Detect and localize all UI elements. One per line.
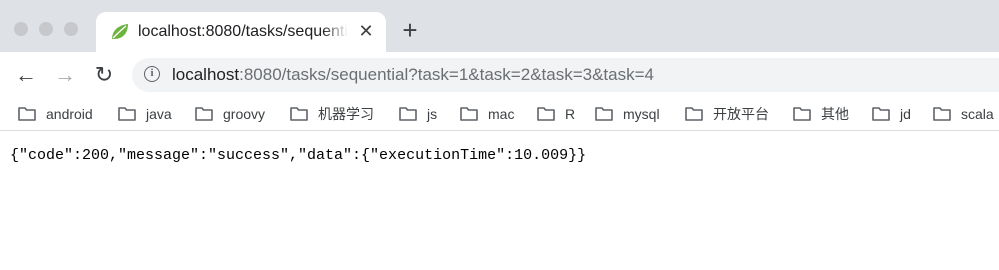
bookmark-label: mac (488, 106, 515, 122)
toolbar: ← → ↻ i localhost:8080/tasks/sequential?… (0, 52, 999, 98)
folder-icon (595, 106, 613, 121)
tab-title: localhost:8080/tasks/sequential (138, 23, 348, 40)
bookmark-label: mysql (623, 106, 660, 122)
info-icon[interactable]: i (144, 66, 160, 82)
bookmark-label: js (427, 106, 438, 122)
url-path: :8080/tasks/sequential?task=1&task=2&tas… (239, 65, 654, 84)
reload-icon[interactable]: ↻ (92, 63, 116, 87)
folder-icon (399, 106, 417, 121)
folder-icon (195, 106, 213, 121)
spring-leaf-icon (110, 23, 130, 41)
window-zoom-dot[interactable] (64, 22, 78, 36)
window-minimize-dot[interactable] (39, 22, 53, 36)
browser-window: localhost:8080/tasks/sequential ✕ + ← → … (0, 0, 999, 270)
back-arrow-icon[interactable]: ← (14, 63, 38, 87)
page-content: {"code":200,"message":"success","data":{… (0, 131, 999, 270)
bookmark-label: R (565, 106, 576, 122)
close-tab-icon[interactable]: ✕ (356, 21, 376, 41)
folder-icon (872, 106, 890, 121)
forward-arrow-icon[interactable]: → (53, 63, 77, 87)
url-host: localhost (172, 65, 240, 84)
folder-icon (793, 106, 811, 121)
bookmark-label: 开放平台 (713, 106, 769, 122)
tab-strip: localhost:8080/tasks/sequential ✕ + (0, 0, 999, 52)
json-response-text: {"code":200,"message":"success","data":{… (10, 147, 587, 164)
folder-icon (118, 106, 136, 121)
folder-icon (18, 106, 36, 121)
folder-icon (933, 106, 951, 121)
bookmark-label: jd (900, 106, 911, 122)
bookmark-label: groovy (223, 106, 266, 122)
bookmark-label: android (46, 106, 93, 122)
bookmarks-bar: android java groovy 机器学习 js mac R mysql (0, 98, 999, 131)
bookmark-label: scala (961, 106, 994, 122)
folder-icon (460, 106, 478, 121)
folder-icon (290, 106, 308, 121)
active-tab[interactable]: localhost:8080/tasks/sequential ✕ (96, 12, 386, 52)
url-text[interactable]: localhost:8080/tasks/sequential?task=1&t… (172, 65, 654, 85)
folder-icon (685, 106, 703, 121)
address-bar[interactable]: i localhost:8080/tasks/sequential?task=1… (132, 58, 999, 92)
bookmark-label: java (146, 106, 172, 122)
bookmark-label: 其他 (821, 106, 849, 122)
bookmark-label: 机器学习 (318, 106, 374, 122)
new-tab-button[interactable]: + (398, 17, 422, 43)
window-close-dot[interactable] (14, 22, 28, 36)
folder-icon (537, 106, 555, 121)
